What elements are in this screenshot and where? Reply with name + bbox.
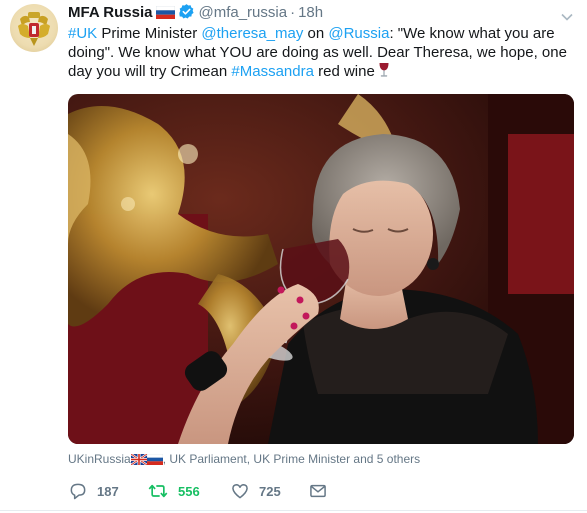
hashtag-link[interactable]: #UK <box>68 25 97 42</box>
liked-by-summary[interactable]: UKinRussia , UK Parliament, UK Prime Mini… <box>68 452 420 468</box>
avatar[interactable] <box>10 4 58 52</box>
coat-of-arms-icon <box>18 12 50 46</box>
mention-link[interactable]: @theresa_may <box>201 25 303 42</box>
reply-icon <box>68 481 88 501</box>
tweet-text: #UK Prime Minister @theresa_may on @Russ… <box>68 24 573 83</box>
heart-icon <box>230 481 250 501</box>
envelope-icon <box>308 481 328 501</box>
reply-count: 187 <box>97 483 119 499</box>
verified-badge-icon <box>178 3 195 26</box>
retweet-icon <box>147 481 169 501</box>
photo-image <box>68 94 574 444</box>
user-handle[interactable]: @mfa_russia <box>198 4 287 21</box>
retweet-button[interactable]: 556 <box>147 480 200 502</box>
uk-flag-icon <box>130 453 148 468</box>
liked-by-rest: , UK Parliament, UK Prime Minister and 5… <box>162 452 421 466</box>
direct-message-button[interactable] <box>308 480 328 502</box>
tweet-header: MFA Russia @mfa_russia · 18h <box>68 3 323 23</box>
retweet-count: 556 <box>178 483 200 499</box>
hashtag-link[interactable]: #Massandra <box>231 63 314 80</box>
mention-link[interactable]: @Russia <box>328 25 389 42</box>
russia-flag-icon <box>146 453 163 468</box>
separator-dot: · <box>290 4 296 21</box>
tweet-photo[interactable] <box>68 94 574 444</box>
reply-button[interactable]: 187 <box>68 480 119 502</box>
timestamp[interactable]: 18h <box>298 4 323 21</box>
tweet-text-part: on <box>303 25 329 42</box>
like-button[interactable]: 725 <box>230 480 281 502</box>
display-name[interactable]: MFA Russia <box>68 4 152 21</box>
tweet-text-part: Prime Minister <box>97 25 202 42</box>
tweet-actions: 187 556 725 <box>68 480 488 502</box>
tweet: MFA Russia @mfa_russia · 18h #UK Prime Mini… <box>0 0 587 513</box>
tweet-text-part: red wine <box>313 63 375 80</box>
like-count: 725 <box>259 483 281 499</box>
wine-glass-icon <box>378 62 390 83</box>
russia-flag-icon <box>156 5 176 25</box>
liked-by-first[interactable]: UKinRussia <box>68 452 131 466</box>
divider <box>0 510 587 511</box>
